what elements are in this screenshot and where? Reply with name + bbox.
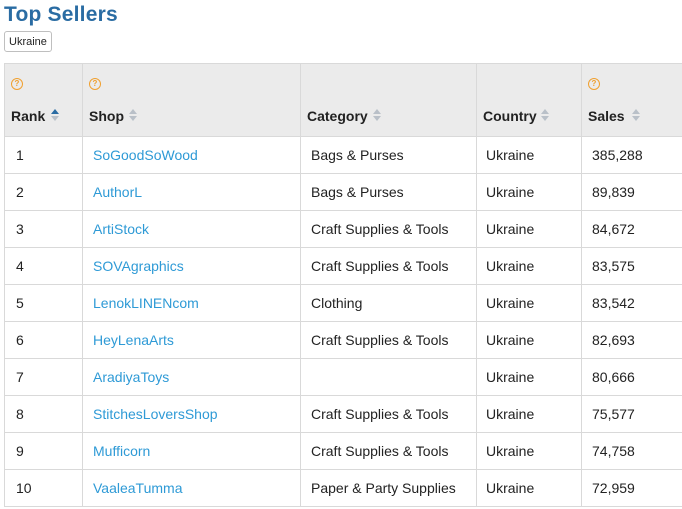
- category-cell: Craft Supplies & Tools: [311, 258, 449, 274]
- sales-cell: 83,542: [592, 295, 635, 311]
- rank-cell: 10: [16, 480, 32, 496]
- question-circle-icon[interactable]: ?: [89, 78, 101, 90]
- country-cell: Ukraine: [486, 406, 535, 422]
- shop-link[interactable]: Mufficorn: [83, 443, 300, 459]
- rank-cell: 9: [16, 443, 24, 459]
- country-cell: Ukraine: [486, 221, 535, 237]
- rank-cell: 1: [16, 147, 24, 163]
- sales-cell: 84,672: [592, 221, 635, 237]
- table-row: 6 HeyLenaArts Craft Supplies & Tools Ukr…: [4, 321, 682, 359]
- column-label-sales: Sales: [588, 108, 625, 124]
- shop-link[interactable]: SOVAgraphics: [83, 258, 300, 274]
- sales-cell: 74,758: [592, 443, 635, 459]
- country-cell: Ukraine: [486, 443, 535, 459]
- country-filter-tag[interactable]: Ukraine: [4, 31, 52, 52]
- column-label-country: Country: [483, 108, 537, 124]
- table-row: 3 ArtiStock Craft Supplies & Tools Ukrai…: [4, 210, 682, 248]
- category-cell: Bags & Purses: [311, 184, 404, 200]
- category-cell: Bags & Purses: [311, 147, 404, 163]
- country-cell: Ukraine: [486, 369, 535, 385]
- sort-arrows-icon[interactable]: [541, 109, 549, 121]
- table-row: 7 AradiyaToys Ukraine 80,666: [4, 358, 682, 396]
- rank-cell: 8: [16, 406, 24, 422]
- shop-link[interactable]: StitchesLoversShop: [83, 406, 300, 422]
- shop-link[interactable]: HeyLenaArts: [83, 332, 300, 348]
- page-title: Top Sellers: [4, 3, 118, 26]
- sort-arrows-icon[interactable]: [129, 109, 137, 121]
- shop-link[interactable]: ArtiStock: [83, 221, 300, 237]
- country-cell: Ukraine: [486, 480, 535, 496]
- column-label-shop: Shop: [89, 108, 124, 124]
- shop-link[interactable]: LenokLINENcom: [83, 295, 300, 311]
- category-cell: Craft Supplies & Tools: [311, 221, 449, 237]
- column-header-category[interactable]: Category: [300, 63, 477, 137]
- sales-cell: 72,959: [592, 480, 635, 496]
- sort-arrows-icon[interactable]: [632, 109, 640, 121]
- column-label-rank: Rank: [11, 108, 46, 124]
- column-header-shop[interactable]: ? Shop: [82, 63, 301, 137]
- sales-cell: 385,288: [592, 147, 643, 163]
- top-sellers-table: ? Rank ? Shop Category Country ? Sales 1…: [4, 63, 682, 507]
- rank-cell: 5: [16, 295, 24, 311]
- table-row: 1 SoGoodSoWood Bags & Purses Ukraine 385…: [4, 136, 682, 174]
- country-cell: Ukraine: [486, 184, 535, 200]
- sort-ascending-icon[interactable]: [51, 109, 59, 121]
- category-cell: Clothing: [311, 295, 363, 311]
- sort-arrows-icon[interactable]: [373, 109, 381, 121]
- sales-cell: 80,666: [592, 369, 635, 385]
- column-header-rank[interactable]: ? Rank: [4, 63, 83, 137]
- question-circle-icon[interactable]: ?: [588, 78, 600, 90]
- rank-cell: 6: [16, 332, 24, 348]
- rank-cell: 4: [16, 258, 24, 274]
- table-row: 8 StitchesLoversShop Craft Supplies & To…: [4, 395, 682, 433]
- table-row: 4 SOVAgraphics Craft Supplies & Tools Uk…: [4, 247, 682, 285]
- table-row: 2 AuthorL Bags & Purses Ukraine 89,839: [4, 173, 682, 211]
- table-header-row: ? Rank ? Shop Category Country ? Sales: [4, 63, 682, 137]
- sales-cell: 75,577: [592, 406, 635, 422]
- shop-link[interactable]: VaaleaTumma: [83, 480, 300, 496]
- category-cell: Craft Supplies & Tools: [311, 406, 449, 422]
- table-row: 10 VaaleaTumma Paper & Party Supplies Uk…: [4, 469, 682, 507]
- country-cell: Ukraine: [486, 295, 535, 311]
- category-cell: Paper & Party Supplies: [311, 480, 456, 496]
- rank-cell: 3: [16, 221, 24, 237]
- shop-link[interactable]: SoGoodSoWood: [83, 147, 300, 163]
- column-header-sales[interactable]: ? Sales: [581, 63, 682, 137]
- sales-cell: 89,839: [592, 184, 635, 200]
- country-cell: Ukraine: [486, 332, 535, 348]
- column-label-category: Category: [307, 108, 368, 124]
- rank-cell: 7: [16, 369, 24, 385]
- shop-link[interactable]: AradiyaToys: [83, 369, 300, 385]
- category-cell: Craft Supplies & Tools: [311, 332, 449, 348]
- table-row: 5 LenokLINENcom Clothing Ukraine 83,542: [4, 284, 682, 322]
- shop-link[interactable]: AuthorL: [83, 184, 300, 200]
- country-cell: Ukraine: [486, 147, 535, 163]
- category-cell: Craft Supplies & Tools: [311, 443, 449, 459]
- sales-cell: 83,575: [592, 258, 635, 274]
- country-cell: Ukraine: [486, 258, 535, 274]
- sales-cell: 82,693: [592, 332, 635, 348]
- rank-cell: 2: [16, 184, 24, 200]
- column-header-country[interactable]: Country: [476, 63, 582, 137]
- question-circle-icon[interactable]: ?: [11, 78, 23, 90]
- table-row: 9 Mufficorn Craft Supplies & Tools Ukrai…: [4, 432, 682, 470]
